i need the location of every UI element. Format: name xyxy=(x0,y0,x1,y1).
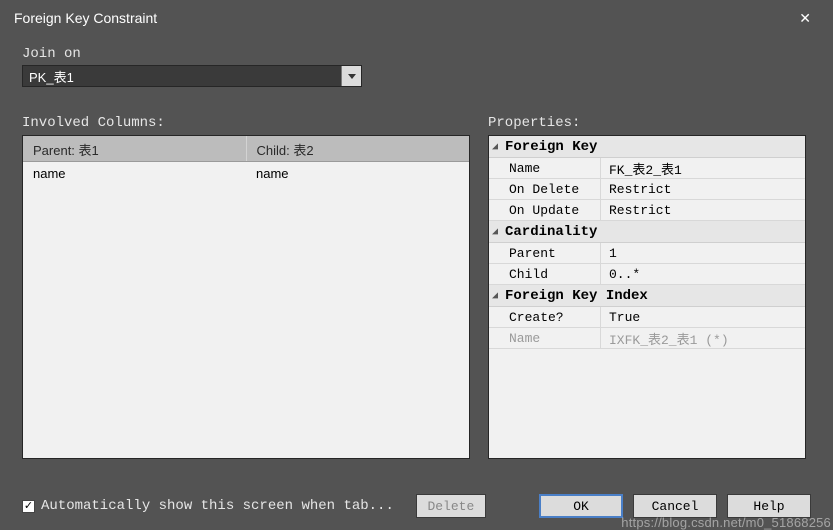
ok-button[interactable]: OK xyxy=(539,494,623,518)
collapse-icon[interactable]: ◢ xyxy=(492,141,504,153)
column-header-child[interactable]: Child: 表2 xyxy=(247,136,470,161)
collapse-icon[interactable]: ◢ xyxy=(492,290,504,302)
join-on-label: Join on xyxy=(22,46,811,62)
window-title: Foreign Key Constraint xyxy=(14,10,157,26)
cell-child: name xyxy=(246,162,469,188)
auto-show-checkbox[interactable]: ✓ xyxy=(22,500,35,513)
chevron-down-icon[interactable] xyxy=(341,66,361,86)
properties-panel: ◢ Foreign Key Name FK_表2_表1 On Delete Re… xyxy=(488,135,806,459)
group-cardinality[interactable]: ◢ Cardinality xyxy=(489,221,805,243)
join-on-dropdown[interactable]: PK_表1 xyxy=(22,65,362,87)
table-row[interactable]: name name xyxy=(23,162,469,188)
group-fk-index[interactable]: ◢ Foreign Key Index xyxy=(489,285,805,307)
prop-row-index-name: Name IXFK_表2_表1 (*) xyxy=(489,328,805,349)
group-foreign-key[interactable]: ◢ Foreign Key xyxy=(489,136,805,158)
involved-columns-title: Involved Columns: xyxy=(22,115,470,131)
involved-columns-table: Parent: 表1 Child: 表2 name name xyxy=(22,135,470,459)
titlebar: Foreign Key Constraint ✕ xyxy=(0,0,833,36)
prop-row-parent[interactable]: Parent 1 xyxy=(489,243,805,264)
prop-row-create[interactable]: Create? True xyxy=(489,307,805,328)
properties-title: Properties: xyxy=(488,115,806,131)
prop-row-onupdate[interactable]: On Update Restrict xyxy=(489,200,805,221)
column-header-parent[interactable]: Parent: 表1 xyxy=(23,136,247,161)
watermark: https://blog.csdn.net/m0_51868256 xyxy=(621,515,831,530)
delete-button[interactable]: Delete xyxy=(416,494,486,518)
cell-parent: name xyxy=(23,162,246,188)
collapse-icon[interactable]: ◢ xyxy=(492,226,504,238)
prop-row-child[interactable]: Child 0..* xyxy=(489,264,805,285)
close-icon[interactable]: ✕ xyxy=(791,6,819,31)
auto-show-label: Automatically show this screen when tab.… xyxy=(41,498,394,514)
prop-row-name[interactable]: Name FK_表2_表1 xyxy=(489,158,805,179)
prop-row-ondelete[interactable]: On Delete Restrict xyxy=(489,179,805,200)
join-on-value: PK_表1 xyxy=(29,67,74,86)
